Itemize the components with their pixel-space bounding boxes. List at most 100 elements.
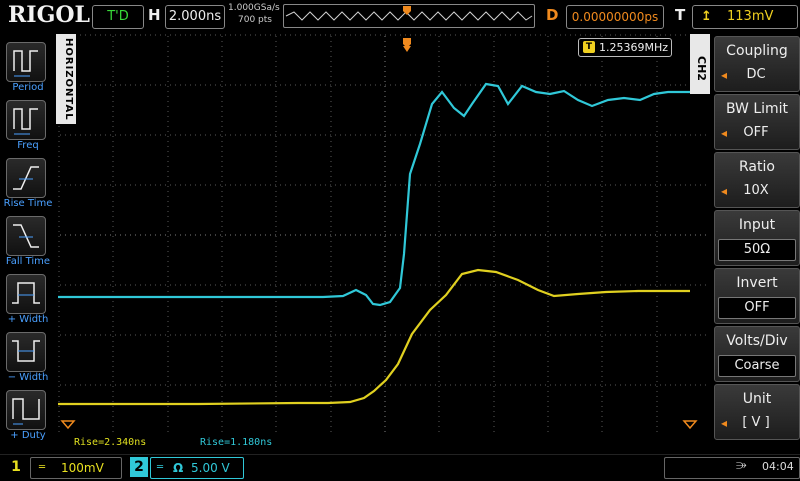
rise-time-button[interactable] <box>6 158 46 198</box>
positive-width-button[interactable] <box>6 274 46 314</box>
input-menu[interactable]: Input 50Ω <box>714 210 800 266</box>
grid-dot <box>195 34 196 36</box>
grid-dot <box>167 86 169 87</box>
grid-dot <box>330 126 332 127</box>
grid-dot <box>680 134 681 136</box>
grid-dot <box>330 376 332 377</box>
grid-dot <box>384 336 386 337</box>
grid-dot <box>585 84 586 86</box>
grid-dot <box>540 234 541 236</box>
grid-dot <box>167 136 169 137</box>
invert-menu[interactable]: Invert OFF <box>714 268 800 324</box>
grid-dot <box>150 284 151 286</box>
ch1-status[interactable]: ═ 100mV <box>30 457 122 479</box>
grid-dot <box>575 184 576 186</box>
grid-dot <box>395 184 396 186</box>
timebase-display[interactable]: 2.000ns <box>165 5 225 29</box>
grid-dot <box>200 134 201 136</box>
ch2-status[interactable]: ═ Ω 5.00 V <box>150 457 244 479</box>
grid-dot <box>493 416 495 417</box>
grid-dot <box>425 334 426 336</box>
grid-dot <box>135 384 136 386</box>
grid-dot <box>95 34 96 36</box>
bw-limit-menu[interactable]: BW Limit OFF ◂ <box>714 94 800 150</box>
grid-dot <box>221 236 223 237</box>
grid-dot <box>340 34 341 36</box>
period-button[interactable] <box>6 42 46 82</box>
grid-dot <box>221 251 223 252</box>
grid-dot <box>112 71 114 72</box>
grid-dot <box>175 84 176 86</box>
grid-dot <box>601 66 603 67</box>
grid-dot <box>221 301 223 302</box>
grid-dot <box>405 284 406 286</box>
positive-duty-button[interactable] <box>6 390 46 430</box>
grid-dot <box>305 34 306 36</box>
grid-dot <box>493 331 495 332</box>
ch2-scale: 5.00 V <box>191 461 230 475</box>
grid-dot <box>140 184 141 186</box>
grid-dot <box>167 176 169 177</box>
grid-dot <box>112 246 114 247</box>
grid-dot <box>330 326 332 327</box>
grid-dot <box>384 121 386 122</box>
ch1-number[interactable]: 1 <box>6 458 26 476</box>
grid-dot <box>330 84 331 86</box>
grid-dot <box>615 234 616 236</box>
delay-display[interactable]: 0.00000000ps <box>566 5 664 29</box>
grid-dot <box>265 184 266 186</box>
grid-dot <box>250 234 251 236</box>
grid-dot <box>65 234 66 236</box>
coupling-menu[interactable]: Coupling DC ◂ <box>714 36 800 92</box>
grid-dot <box>58 416 60 417</box>
grid-dot <box>221 221 223 222</box>
grid-dot <box>540 134 541 136</box>
unit-menu[interactable]: Unit [ V ] ◂ <box>714 384 800 440</box>
waveform-display[interactable] <box>58 34 710 434</box>
grid-dot <box>601 91 603 92</box>
grid-dot <box>385 84 386 86</box>
grid-dot <box>625 84 626 86</box>
grid-dot <box>285 84 286 86</box>
grid-dot <box>275 184 276 186</box>
trigger-level-display[interactable]: ↥ 113mV <box>692 5 798 29</box>
grid-dot <box>58 146 60 147</box>
freq-button[interactable] <box>6 100 46 140</box>
grid-dot <box>105 84 106 86</box>
grid-dot <box>60 184 61 186</box>
grid-dot <box>493 216 495 217</box>
grid-dot <box>656 146 658 147</box>
grid-dot <box>547 381 549 382</box>
grid-dot <box>330 316 332 317</box>
grid-dot <box>167 311 169 312</box>
grid-dot <box>438 86 440 87</box>
ch2-number[interactable]: 2 <box>130 457 148 477</box>
grid-dot <box>515 84 516 86</box>
grid-dot <box>485 384 486 386</box>
grid-dot <box>112 431 114 432</box>
grid-dot <box>205 134 206 136</box>
grid-dot <box>80 34 81 36</box>
grid-dot <box>635 184 636 186</box>
grid-dot <box>695 234 696 236</box>
grid-dot <box>630 184 631 186</box>
grid-dot <box>58 171 60 172</box>
negative-width-button[interactable] <box>6 332 46 372</box>
grid-dot <box>155 384 156 386</box>
grid-dot <box>112 311 114 312</box>
grid-dot <box>384 71 386 72</box>
volts-div-menu[interactable]: Volts/Div Coarse <box>714 326 800 382</box>
grid-dot <box>221 91 223 92</box>
grid-dot <box>221 306 223 307</box>
grid-dot <box>680 84 681 86</box>
fall-time-button[interactable] <box>6 216 46 256</box>
grid-dot <box>150 334 151 336</box>
grid-dot <box>493 391 495 392</box>
grid-dot <box>235 334 236 336</box>
ratio-menu[interactable]: Ratio 10X ◂ <box>714 152 800 208</box>
grid-dot <box>601 216 603 217</box>
grid-dot <box>250 34 251 36</box>
grid-dot <box>395 234 396 236</box>
grid-dot <box>345 334 346 336</box>
grid-dot <box>547 371 549 372</box>
